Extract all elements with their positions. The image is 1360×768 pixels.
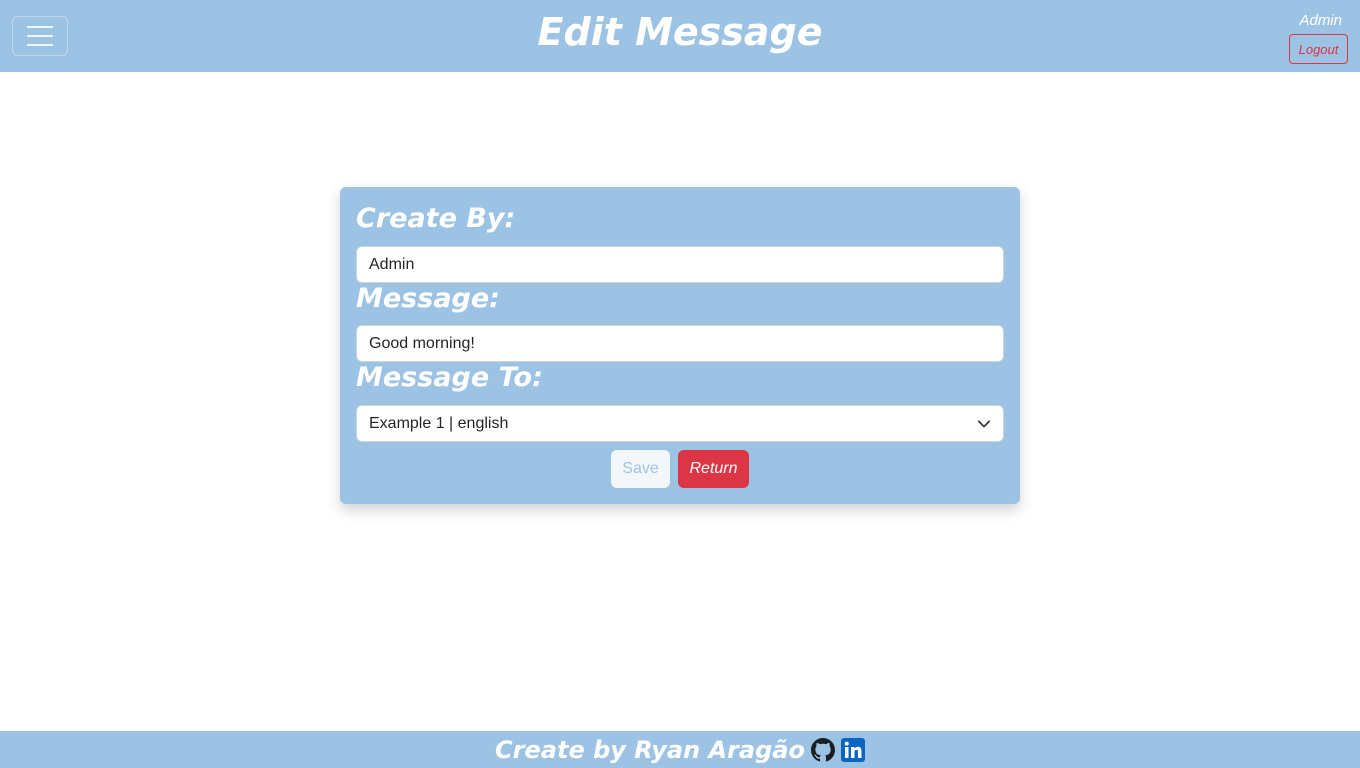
- edit-message-card: Create By: Admin Message: Good morning! …: [340, 187, 1020, 504]
- form-actions: Save Return: [340, 450, 1020, 488]
- logout-button[interactable]: Logout: [1289, 34, 1348, 64]
- message-to-label: Message To:: [356, 362, 543, 393]
- app-header: Edit Message Admin Logout: [0, 0, 1360, 72]
- message-label: Message:: [356, 283, 500, 314]
- message-to-select[interactable]: Example 1 | english: [356, 405, 1004, 442]
- github-icon[interactable]: [810, 737, 835, 762]
- chevron-down-icon: [977, 420, 991, 427]
- page-title: Edit Message: [537, 10, 823, 54]
- app-footer: Create by Ryan Aragão: [0, 731, 1360, 768]
- return-button[interactable]: Return: [678, 450, 749, 488]
- created-by-field[interactable]: Admin: [356, 246, 1004, 283]
- created-by-label: Create By:: [356, 203, 516, 234]
- message-field[interactable]: Good morning!: [356, 325, 1004, 362]
- linkedin-icon[interactable]: [840, 737, 865, 762]
- save-button[interactable]: Save: [611, 450, 670, 488]
- message-to-selected-value: Example 1 | english: [369, 414, 509, 432]
- footer-credit: Create by Ryan Aragão: [495, 735, 805, 764]
- current-user-name: Admin: [1299, 12, 1342, 29]
